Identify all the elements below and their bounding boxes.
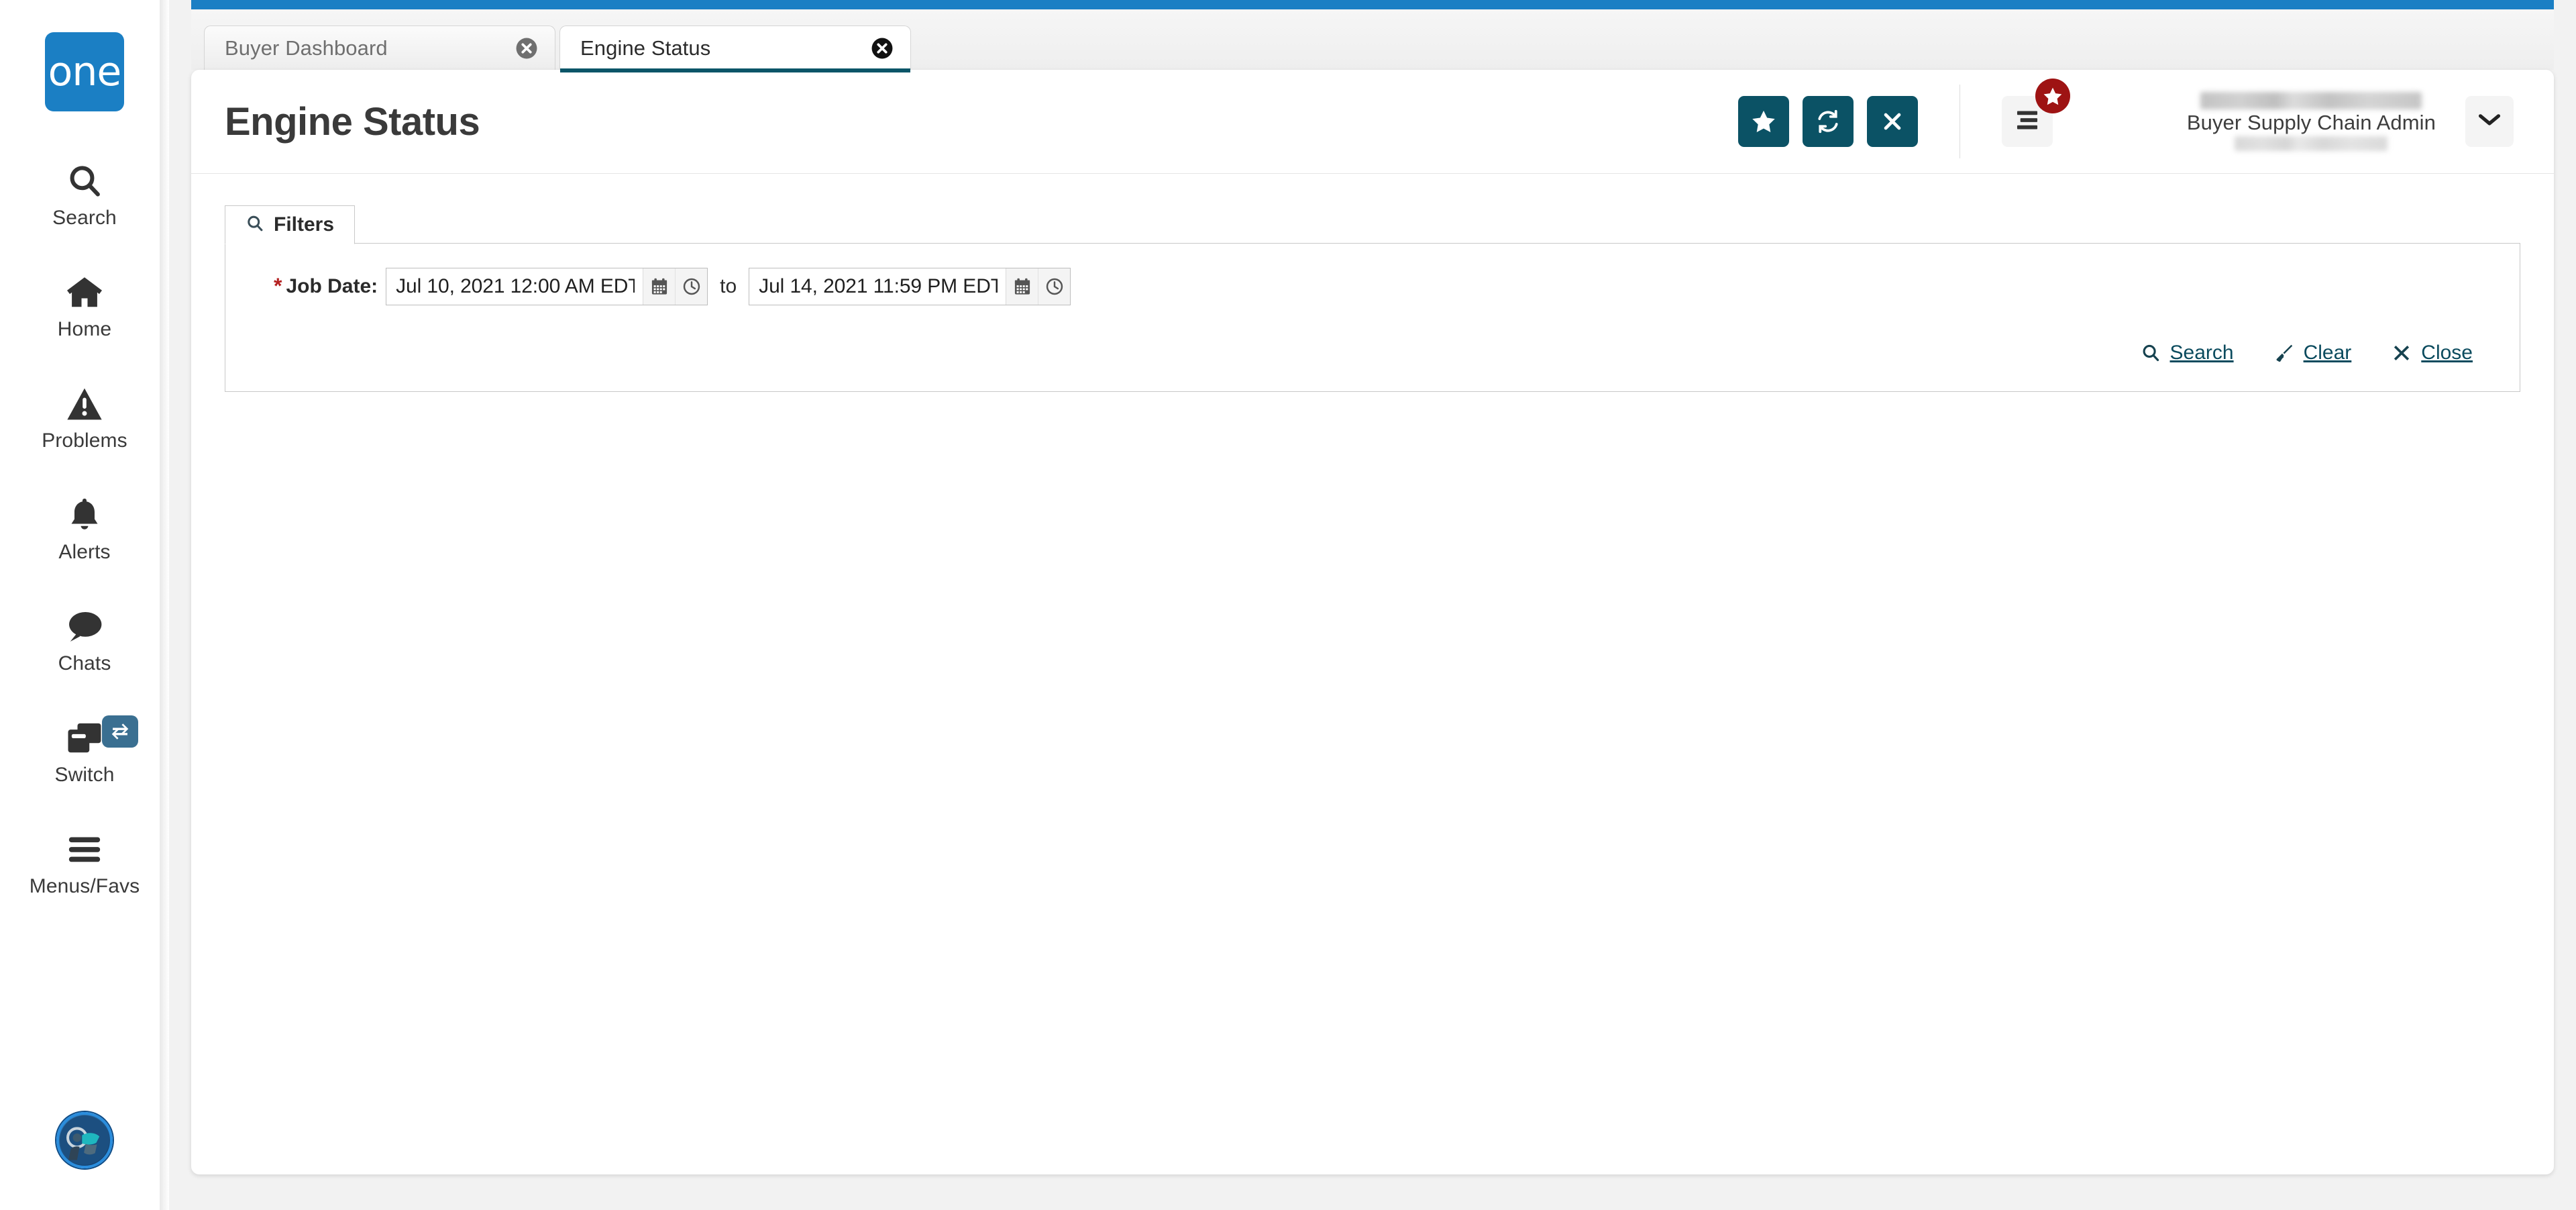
sidebar-item-label: Problems [42, 431, 127, 451]
tab-label: Engine Status [580, 36, 710, 60]
tab-engine-status[interactable]: Engine Status [559, 26, 911, 70]
results-empty-area [225, 392, 2520, 1063]
link-label: Search [2170, 342, 2234, 364]
sidebar-item-label: Search [52, 208, 117, 228]
job-date-label: *Job Date: [274, 275, 378, 298]
sidebar-item-label: Menus/Favs [30, 876, 140, 897]
refresh-button[interactable] [1803, 96, 1854, 147]
exchange-arrows-icon [110, 723, 130, 740]
sidebar-item-switch[interactable]: Switch [0, 706, 169, 796]
warning-triangle-icon [62, 384, 107, 424]
user-text: Buyer Supply Chain Admin [2187, 92, 2436, 152]
home-icon [62, 272, 107, 313]
close-button[interactable] [1867, 96, 1918, 147]
hamburger-icon [62, 829, 107, 870]
search-link[interactable]: Search [2141, 342, 2234, 364]
job-date-label-text: Job Date: [286, 275, 378, 297]
sidebar-item-label: Alerts [58, 542, 110, 562]
search-icon [246, 214, 264, 236]
user-role: Buyer Supply Chain Admin [2187, 112, 2436, 134]
filters-tab-row: Filters [225, 205, 2520, 244]
filters-tab-filler [355, 205, 2520, 244]
search-icon [2141, 343, 2161, 363]
link-label: Clear [2304, 342, 2352, 364]
user-name-redacted [2200, 92, 2422, 109]
sidebar-item-label: Switch [55, 765, 115, 785]
sidebar-item-problems[interactable]: Problems [0, 372, 169, 462]
x-icon [1881, 110, 1904, 133]
sidebar-nav: Search Home Problems [0, 149, 169, 929]
tab-buyer-dashboard[interactable]: Buyer Dashboard [204, 26, 555, 70]
clock-icon[interactable] [675, 268, 707, 305]
calendar-icon[interactable] [1006, 268, 1038, 305]
chevron-down-icon [2477, 111, 2502, 131]
search-icon [62, 161, 107, 201]
close-link[interactable]: Close [2392, 342, 2473, 364]
job-date-to-field[interactable] [749, 268, 1071, 305]
user-menu-toggle[interactable] [2465, 96, 2514, 147]
page-title: Engine Status [225, 99, 480, 144]
tab-strip: Buyer Dashboard Engine Status [191, 9, 2554, 70]
filters-panel: Filters *Job Date: [191, 174, 2554, 1063]
menu-list-icon [2015, 109, 2040, 134]
sidebar-item-alerts[interactable]: Alerts [0, 483, 169, 573]
tab-close-glyph [871, 37, 894, 60]
bell-icon [62, 495, 107, 536]
filter-action-links: Search Clear [225, 305, 2520, 391]
user-menu[interactable]: Buyer Supply Chain Admin [2187, 92, 2514, 152]
tab-close-glyph [515, 37, 538, 60]
ai-robot-avatar-icon[interactable] [56, 1112, 113, 1168]
tab-filters[interactable]: Filters [225, 205, 355, 244]
refresh-icon [1815, 109, 1841, 134]
status-badge [2035, 79, 2070, 113]
avatar [60, 1115, 109, 1165]
switch-toggle-badge[interactable] [102, 715, 138, 748]
required-marker: * [274, 274, 282, 298]
x-icon [2392, 343, 2412, 363]
broom-icon [2274, 343, 2294, 363]
sidebar-item-home[interactable]: Home [0, 260, 169, 350]
calendar-icon[interactable] [643, 268, 675, 305]
sidebar-item-label: Home [58, 319, 111, 340]
page-header: Engine Status [191, 70, 2554, 174]
clear-link[interactable]: Clear [2274, 342, 2352, 364]
application-root: one Search Home [0, 0, 2576, 1210]
top-accent-bar [191, 0, 2554, 9]
brand-logo-text: one [48, 52, 121, 92]
job-date-from-field[interactable] [386, 268, 708, 305]
windows-switch-icon [62, 718, 107, 758]
favorite-button[interactable] [1738, 96, 1789, 147]
tab-list: Buyer Dashboard Engine Status [204, 26, 911, 70]
close-icon[interactable] [513, 35, 540, 62]
menu-button[interactable] [2002, 96, 2053, 147]
sidebar-item-search[interactable]: Search [0, 149, 169, 239]
header-right: Buyer Supply Chain Admin [1738, 70, 2514, 173]
header-action-buttons [1738, 96, 1918, 147]
job-date-to-input[interactable] [749, 268, 1006, 305]
date-range-separator: to [720, 275, 737, 298]
clock-icon[interactable] [1038, 268, 1070, 305]
job-date-field-row: *Job Date: [225, 268, 2520, 305]
tab-label: Filters [274, 213, 334, 236]
user-org-redacted [2235, 136, 2387, 151]
sidebar-item-label: Chats [58, 654, 111, 674]
sidebar-item-chats[interactable]: Chats [0, 595, 169, 685]
close-icon[interactable] [869, 35, 896, 62]
main-region: Buyer Dashboard Engine Status [169, 0, 2576, 1210]
filters-body: *Job Date: [225, 244, 2520, 392]
star-icon [2043, 87, 2063, 106]
chat-bubble-icon [62, 607, 107, 647]
content-card: Engine Status [191, 70, 2554, 1174]
brand-logo[interactable]: one [45, 32, 124, 111]
star-icon [1751, 109, 1776, 134]
tab-label: Buyer Dashboard [225, 36, 388, 60]
link-label: Close [2421, 342, 2473, 364]
left-sidebar: one Search Home [0, 0, 169, 1210]
job-date-from-input[interactable] [386, 268, 643, 305]
sidebar-item-menus-favs[interactable]: Menus/Favs [0, 817, 169, 907]
